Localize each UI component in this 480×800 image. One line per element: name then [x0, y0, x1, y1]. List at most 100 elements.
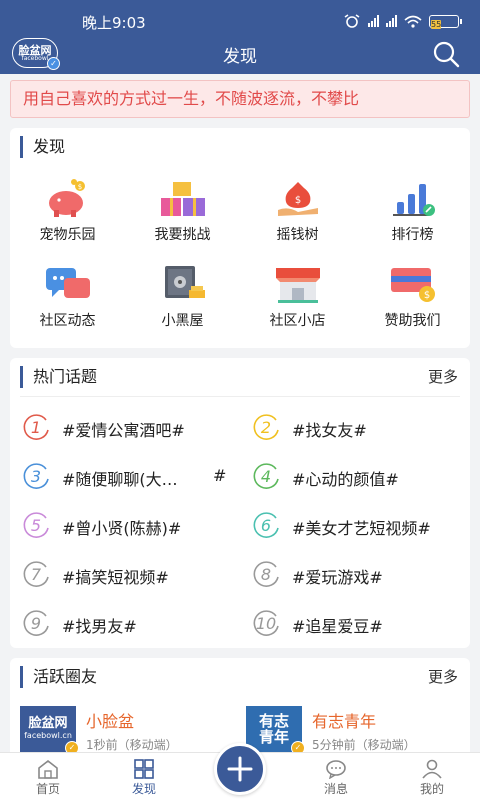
avatar: 脸盆网 facebowl.cn ✓: [20, 706, 79, 755]
discover-item-community-shop[interactable]: 社区小店: [240, 264, 355, 338]
status-bar: 晚上9:03 55: [0, 12, 480, 34]
title-bar: 脸盆网 facebowl ✓ 发现: [0, 38, 480, 72]
rank-badge-icon: 6: [250, 512, 282, 540]
nav-discover[interactable]: 发现: [114, 759, 174, 797]
friend-last-active: 5分钟前（移动端）: [312, 738, 416, 752]
friend-name: 小脸盆: [86, 712, 135, 731]
friend-name: 有志青年: [312, 712, 377, 731]
chat-bubbles-icon: [45, 268, 90, 298]
bar-chart-icon: [392, 184, 435, 216]
rank-badge-icon: 1: [20, 414, 52, 442]
friend-last-active: 1秒前（移动端）: [86, 738, 178, 752]
topic-text: #找男友#: [62, 617, 137, 636]
topic-text: #随便聊聊(大…: [62, 470, 178, 489]
discover-item-challenge[interactable]: 我要挑战: [125, 178, 240, 252]
search-icon[interactable]: [432, 40, 460, 68]
topic-text: #追星爱豆#: [292, 617, 383, 636]
section-title: 发现: [20, 136, 65, 158]
topic-item[interactable]: 9 #找男友#: [10, 604, 240, 653]
shop-icon: [275, 268, 320, 303]
rank-number: 4: [260, 467, 272, 486]
topic-text: #爱情公寓酒吧#: [62, 421, 185, 440]
discover-item-blackroom[interactable]: 小黑屋: [125, 264, 240, 338]
discover-item-sponsor[interactable]: $ 赞助我们: [355, 264, 470, 338]
friend-card[interactable]: 有志 青年 ✓ 有志青年 5分钟前（移动端）: [246, 706, 466, 758]
svg-text:$: $: [423, 290, 429, 301]
gift-card-icon: $: [390, 268, 435, 302]
topic-text: #曾小贤(陈赫)#: [62, 519, 182, 538]
topic-item[interactable]: 10 #追星爱豆#: [240, 604, 470, 653]
discover-grid: $ 宠物乐园 我要挑战 $ 摇钱树 排行榜 社区动态 小黑屋 社区小店 $ 赞助…: [10, 178, 470, 338]
topic-text-suffix: #: [213, 466, 227, 485]
more-link[interactable]: 更多: [428, 666, 458, 687]
rank-badge-icon: 9: [20, 610, 52, 638]
home-icon: [38, 759, 58, 779]
status-time: 晚上9:03: [82, 14, 146, 32]
topic-item[interactable]: 3 #随便聊聊(大… #: [10, 457, 240, 506]
svg-text:$: $: [294, 195, 300, 206]
topic-text: #美女才艺短视频#: [292, 519, 431, 538]
topic-text: #心动的颜值#: [292, 470, 399, 489]
more-link[interactable]: 更多: [428, 366, 458, 387]
money-bag-icon: $: [277, 182, 318, 216]
discover-item-community-feed[interactable]: 社区动态: [10, 264, 125, 338]
rank-number: 10: [255, 614, 277, 633]
rank-badge-icon: 10: [250, 610, 282, 638]
svg-text:$: $: [77, 183, 81, 191]
status-icons: 55: [343, 14, 462, 29]
signal-icon: [386, 15, 397, 27]
rank-badge-icon: 7: [20, 561, 52, 589]
topic-item[interactable]: 8 #爱玩游戏#: [240, 555, 470, 604]
page-title: 发现: [223, 47, 257, 67]
rank-number: 5: [30, 516, 42, 535]
alarm-icon: [344, 14, 360, 28]
topic-text: #搞笑短视频#: [62, 568, 169, 587]
topic-item[interactable]: 2 #找女友#: [240, 408, 470, 457]
motto-banner: 用自己喜欢的方式过一生，不随波逐流，不攀比: [10, 80, 470, 118]
signal-icon: [368, 15, 379, 27]
safe-icon: [164, 266, 205, 298]
topic-text: #爱玩游戏#: [292, 568, 383, 587]
bottom-nav: 首页 发现 消息 我的: [0, 743, 480, 800]
nav-messages[interactable]: 消息: [306, 759, 366, 797]
add-post-button[interactable]: [214, 743, 266, 795]
nav-home[interactable]: 首页: [18, 759, 78, 797]
section-title: 热门话题: [20, 366, 97, 388]
topic-item[interactable]: 6 #美女才艺短视频#: [240, 506, 470, 555]
plus-icon: [227, 756, 253, 782]
nav-profile[interactable]: 我的: [402, 759, 462, 797]
rank-number: 3: [30, 467, 42, 486]
grid-icon: [134, 759, 154, 779]
rank-badge-icon: 2: [250, 414, 282, 442]
battery-icon: 55: [429, 14, 462, 29]
section-title: 活跃圈友: [20, 666, 97, 688]
topic-item[interactable]: 4 #心动的颜值#: [240, 457, 470, 506]
rank-number: 8: [260, 565, 272, 584]
app-header: 晚上9:03 55 脸盆网 facebowl ✓ 发现: [0, 0, 480, 74]
topic-item[interactable]: 7 #搞笑短视频#: [10, 555, 240, 604]
rank-badge-icon: 4: [250, 463, 282, 491]
topic-item[interactable]: 5 #曾小贤(陈赫)#: [10, 506, 240, 555]
rank-number: 2: [260, 418, 272, 437]
rank-badge-icon: 5: [20, 512, 52, 540]
discover-section: 发现 $ 宠物乐园 我要挑战 $ 摇钱树 排行榜 社区动态 小黑屋 社区小店 $…: [10, 128, 470, 348]
topic-item[interactable]: 1 #爱情公寓酒吧#: [10, 408, 240, 457]
topic-list: 1 #爱情公寓酒吧# 2 #找女友# 3 #随便聊聊(大… #4 #心动的颜值# 5 #曾小贤(陈…: [10, 408, 470, 653]
wifi-icon: [404, 15, 422, 28]
friend-card[interactable]: 脸盆网 facebowl.cn ✓ 小脸盆 1秒前（移动端）: [20, 706, 240, 758]
rank-number: 1: [30, 418, 42, 437]
hot-topics-section: 热门话题 更多 1 #爱情公寓酒吧# 2 #找女友# 3 #随便聊聊(大… #4 #心动的颜值…: [10, 358, 470, 648]
discover-item-money-tree[interactable]: $ 摇钱树: [240, 178, 355, 252]
rank-number: 7: [30, 565, 42, 584]
discover-item-pet-park[interactable]: $ 宠物乐园: [10, 178, 125, 252]
piggy-bank-icon: $: [48, 179, 85, 217]
rank-badge-icon: 8: [250, 561, 282, 589]
topic-text: #找女友#: [292, 421, 367, 440]
avatar: 有志 青年 ✓: [246, 706, 305, 755]
discover-item-leaderboard[interactable]: 排行榜: [355, 178, 470, 252]
rank-number: 9: [30, 614, 42, 633]
rank-number: 6: [260, 516, 272, 535]
divider: [20, 396, 460, 397]
message-icon: [326, 760, 346, 779]
user-icon: [422, 759, 442, 779]
